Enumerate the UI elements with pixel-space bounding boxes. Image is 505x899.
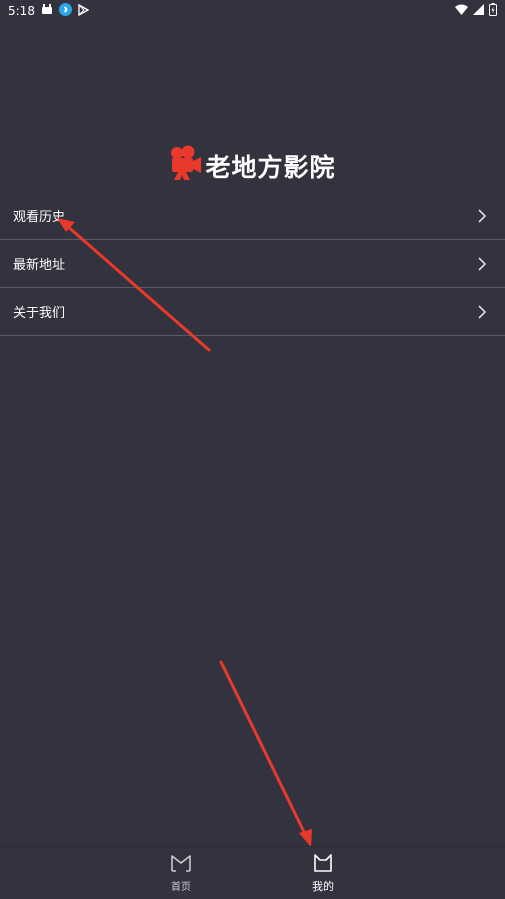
tab-home-label: 首页 [171,882,191,893]
chevron-right-icon [477,256,489,272]
menu-list: 观看历史 最新地址 关于我们 [0,192,505,336]
status-bar: 5:18 [0,0,505,22]
menu-item-label: 观看历史 [13,210,66,225]
mine-tab-icon [312,853,334,877]
play-store-icon [78,3,90,19]
annotation-arrows [57,218,312,847]
tab-mine[interactable]: 我的 [283,853,363,894]
arrow-to-mine-tab [219,660,312,847]
chevron-right-icon [477,304,489,320]
menu-item-label: 关于我们 [13,306,66,321]
menu-item-latest-address[interactable]: 最新地址 [0,240,505,288]
tab-home[interactable]: 首页 [141,853,221,893]
menu-item-watch-history[interactable]: 观看历史 [0,192,505,240]
status-left: 5:18 [8,3,90,19]
bottom-tab-bar: 首页 我的 [0,846,505,899]
wifi-icon [455,4,468,18]
movie-camera-icon [169,145,203,187]
chevron-right-icon [477,208,489,224]
home-tab-icon [170,853,192,877]
menu-item-about-us[interactable]: 关于我们 [0,288,505,336]
app-logo: 老地方影院 [0,145,505,187]
cell-signal-icon [473,4,484,18]
status-time: 5:18 [8,4,35,18]
bluetooth-notification-icon [58,3,72,19]
menu-item-label: 最新地址 [13,258,66,273]
tab-mine-label: 我的 [312,880,334,893]
status-right [455,3,497,19]
app-title: 老地方影院 [205,153,336,182]
android-notification-icon [41,4,53,18]
battery-icon [489,3,497,19]
